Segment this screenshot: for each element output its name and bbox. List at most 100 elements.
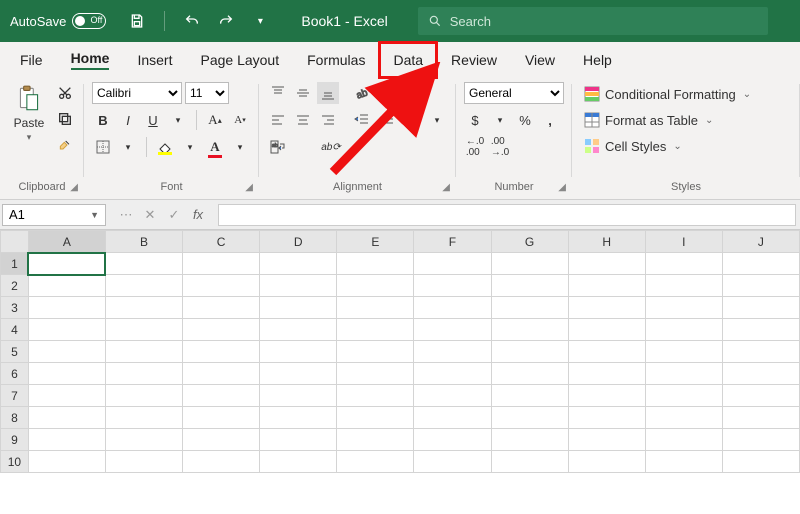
- cell-J6[interactable]: [722, 363, 799, 385]
- cell-E4[interactable]: [337, 319, 414, 341]
- increase-indent-icon[interactable]: [376, 109, 398, 131]
- cell-D10[interactable]: [260, 451, 337, 473]
- cell-styles-button[interactable]: Cell Styles⌄: [580, 134, 686, 158]
- cell-D3[interactable]: [260, 297, 337, 319]
- cell-G1[interactable]: [491, 253, 568, 275]
- cell-G8[interactable]: [491, 407, 568, 429]
- cell-B3[interactable]: [105, 297, 182, 319]
- borders-dropdown-icon[interactable]: ▾: [117, 136, 139, 158]
- row-header-9[interactable]: 9: [1, 429, 29, 451]
- cell-C9[interactable]: [183, 429, 260, 451]
- cell-H1[interactable]: [568, 253, 645, 275]
- cell-A1[interactable]: [28, 253, 105, 275]
- merge-dropdown-icon[interactable]: ▾: [426, 109, 448, 131]
- orientation-alt-dropdown-icon[interactable]: ▾: [345, 136, 367, 158]
- align-bottom-icon[interactable]: [317, 82, 339, 104]
- cell-J4[interactable]: [722, 319, 799, 341]
- cell-I5[interactable]: [645, 341, 722, 363]
- cell-J2[interactable]: [722, 275, 799, 297]
- cell-I9[interactable]: [645, 429, 722, 451]
- cell-I4[interactable]: [645, 319, 722, 341]
- align-top-icon[interactable]: [267, 82, 289, 104]
- cell-B8[interactable]: [105, 407, 182, 429]
- search-box[interactable]: Search: [418, 7, 768, 35]
- col-header-J[interactable]: J: [722, 231, 799, 253]
- grow-font-icon[interactable]: A▴: [204, 109, 226, 131]
- cell-C1[interactable]: [183, 253, 260, 275]
- cell-I8[interactable]: [645, 407, 722, 429]
- row-header-6[interactable]: 6: [1, 363, 29, 385]
- row-header-8[interactable]: 8: [1, 407, 29, 429]
- namebox-more-icon[interactable]: ⋯: [116, 207, 136, 223]
- cell-J9[interactable]: [722, 429, 799, 451]
- align-right-icon[interactable]: [317, 109, 339, 131]
- cell-C4[interactable]: [183, 319, 260, 341]
- cell-A2[interactable]: [28, 275, 105, 297]
- cell-I2[interactable]: [645, 275, 722, 297]
- cell-D6[interactable]: [260, 363, 337, 385]
- percent-format-icon[interactable]: %: [514, 109, 536, 131]
- tab-data[interactable]: Data: [379, 42, 437, 78]
- row-header-3[interactable]: 3: [1, 297, 29, 319]
- tab-view[interactable]: View: [511, 42, 569, 78]
- col-header-G[interactable]: G: [491, 231, 568, 253]
- cancel-formula-icon[interactable]: ✕: [140, 207, 160, 223]
- col-header-B[interactable]: B: [105, 231, 182, 253]
- cell-A3[interactable]: [28, 297, 105, 319]
- cell-C10[interactable]: [183, 451, 260, 473]
- cell-D8[interactable]: [260, 407, 337, 429]
- cell-E1[interactable]: [337, 253, 414, 275]
- cell-F4[interactable]: [414, 319, 491, 341]
- cell-H7[interactable]: [568, 385, 645, 407]
- cell-F7[interactable]: [414, 385, 491, 407]
- orientation-dropdown-icon[interactable]: ▾: [376, 82, 398, 104]
- col-header-C[interactable]: C: [183, 231, 260, 253]
- align-center-icon[interactable]: [292, 109, 314, 131]
- shrink-font-icon[interactable]: A▾: [229, 109, 251, 131]
- cell-H6[interactable]: [568, 363, 645, 385]
- merge-center-icon[interactable]: [401, 109, 423, 131]
- cell-D5[interactable]: [260, 341, 337, 363]
- cell-I6[interactable]: [645, 363, 722, 385]
- cell-C2[interactable]: [183, 275, 260, 297]
- cell-C8[interactable]: [183, 407, 260, 429]
- bold-button[interactable]: B: [92, 109, 114, 131]
- col-header-E[interactable]: E: [337, 231, 414, 253]
- cell-C7[interactable]: [183, 385, 260, 407]
- undo-icon[interactable]: [181, 10, 203, 32]
- cell-A6[interactable]: [28, 363, 105, 385]
- cell-A8[interactable]: [28, 407, 105, 429]
- cell-E10[interactable]: [337, 451, 414, 473]
- align-left-icon[interactable]: [267, 109, 289, 131]
- cell-A5[interactable]: [28, 341, 105, 363]
- row-header-1[interactable]: 1: [1, 253, 29, 275]
- cell-G2[interactable]: [491, 275, 568, 297]
- cell-B10[interactable]: [105, 451, 182, 473]
- col-header-F[interactable]: F: [414, 231, 491, 253]
- autosave-toggle[interactable]: AutoSave Off: [0, 13, 116, 29]
- cell-H4[interactable]: [568, 319, 645, 341]
- underline-button[interactable]: U: [142, 109, 164, 131]
- redo-icon[interactable]: [215, 10, 237, 32]
- cell-G4[interactable]: [491, 319, 568, 341]
- tab-review[interactable]: Review: [437, 42, 511, 78]
- increase-decimal-icon[interactable]: ←.0.00: [464, 136, 486, 158]
- cell-B4[interactable]: [105, 319, 182, 341]
- copy-icon[interactable]: [54, 108, 76, 130]
- formula-input[interactable]: [218, 204, 796, 226]
- cell-J3[interactable]: [722, 297, 799, 319]
- cell-A10[interactable]: [28, 451, 105, 473]
- borders-icon[interactable]: [92, 136, 114, 158]
- cell-E5[interactable]: [337, 341, 414, 363]
- wrap-text-icon[interactable]: ab: [267, 136, 289, 158]
- save-icon[interactable]: [126, 10, 148, 32]
- font-name-combo[interactable]: Calibri: [92, 82, 182, 104]
- fx-icon[interactable]: fx: [188, 207, 208, 222]
- cell-F2[interactable]: [414, 275, 491, 297]
- cell-F10[interactable]: [414, 451, 491, 473]
- cell-D1[interactable]: [260, 253, 337, 275]
- cell-B6[interactable]: [105, 363, 182, 385]
- cell-D4[interactable]: [260, 319, 337, 341]
- font-color-icon[interactable]: A: [204, 136, 226, 158]
- cell-J5[interactable]: [722, 341, 799, 363]
